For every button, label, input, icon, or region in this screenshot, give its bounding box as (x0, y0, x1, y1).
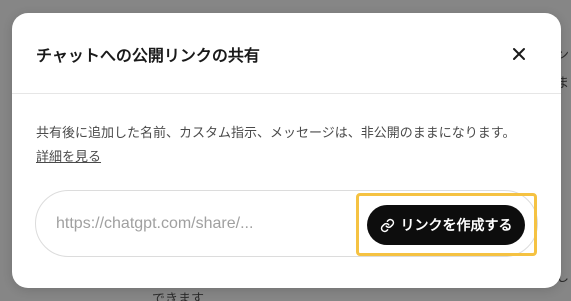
learn-more-link[interactable]: 詳細を見る (36, 146, 101, 165)
create-link-button[interactable]: リンクを作成する (367, 205, 525, 245)
link-icon (380, 218, 394, 232)
create-link-label: リンクを作成する (400, 218, 513, 234)
share-link-dialog: チャットへの公開リンクの共有 共有後に追加した名前、カスタム指示、メッセージは、… (12, 13, 561, 288)
close-button[interactable] (504, 39, 534, 69)
dialog-header: チャットへの公開リンクの共有 (12, 13, 561, 94)
close-icon (513, 48, 525, 60)
privacy-description: 共有後に追加した名前、カスタム指示、メッセージは、非公開のままになります。 (36, 126, 516, 141)
background-text-fragment: できます (152, 292, 205, 301)
share-url-input[interactable] (56, 209, 356, 239)
dialog-title: チャットへの公開リンクの共有 (36, 46, 260, 65)
